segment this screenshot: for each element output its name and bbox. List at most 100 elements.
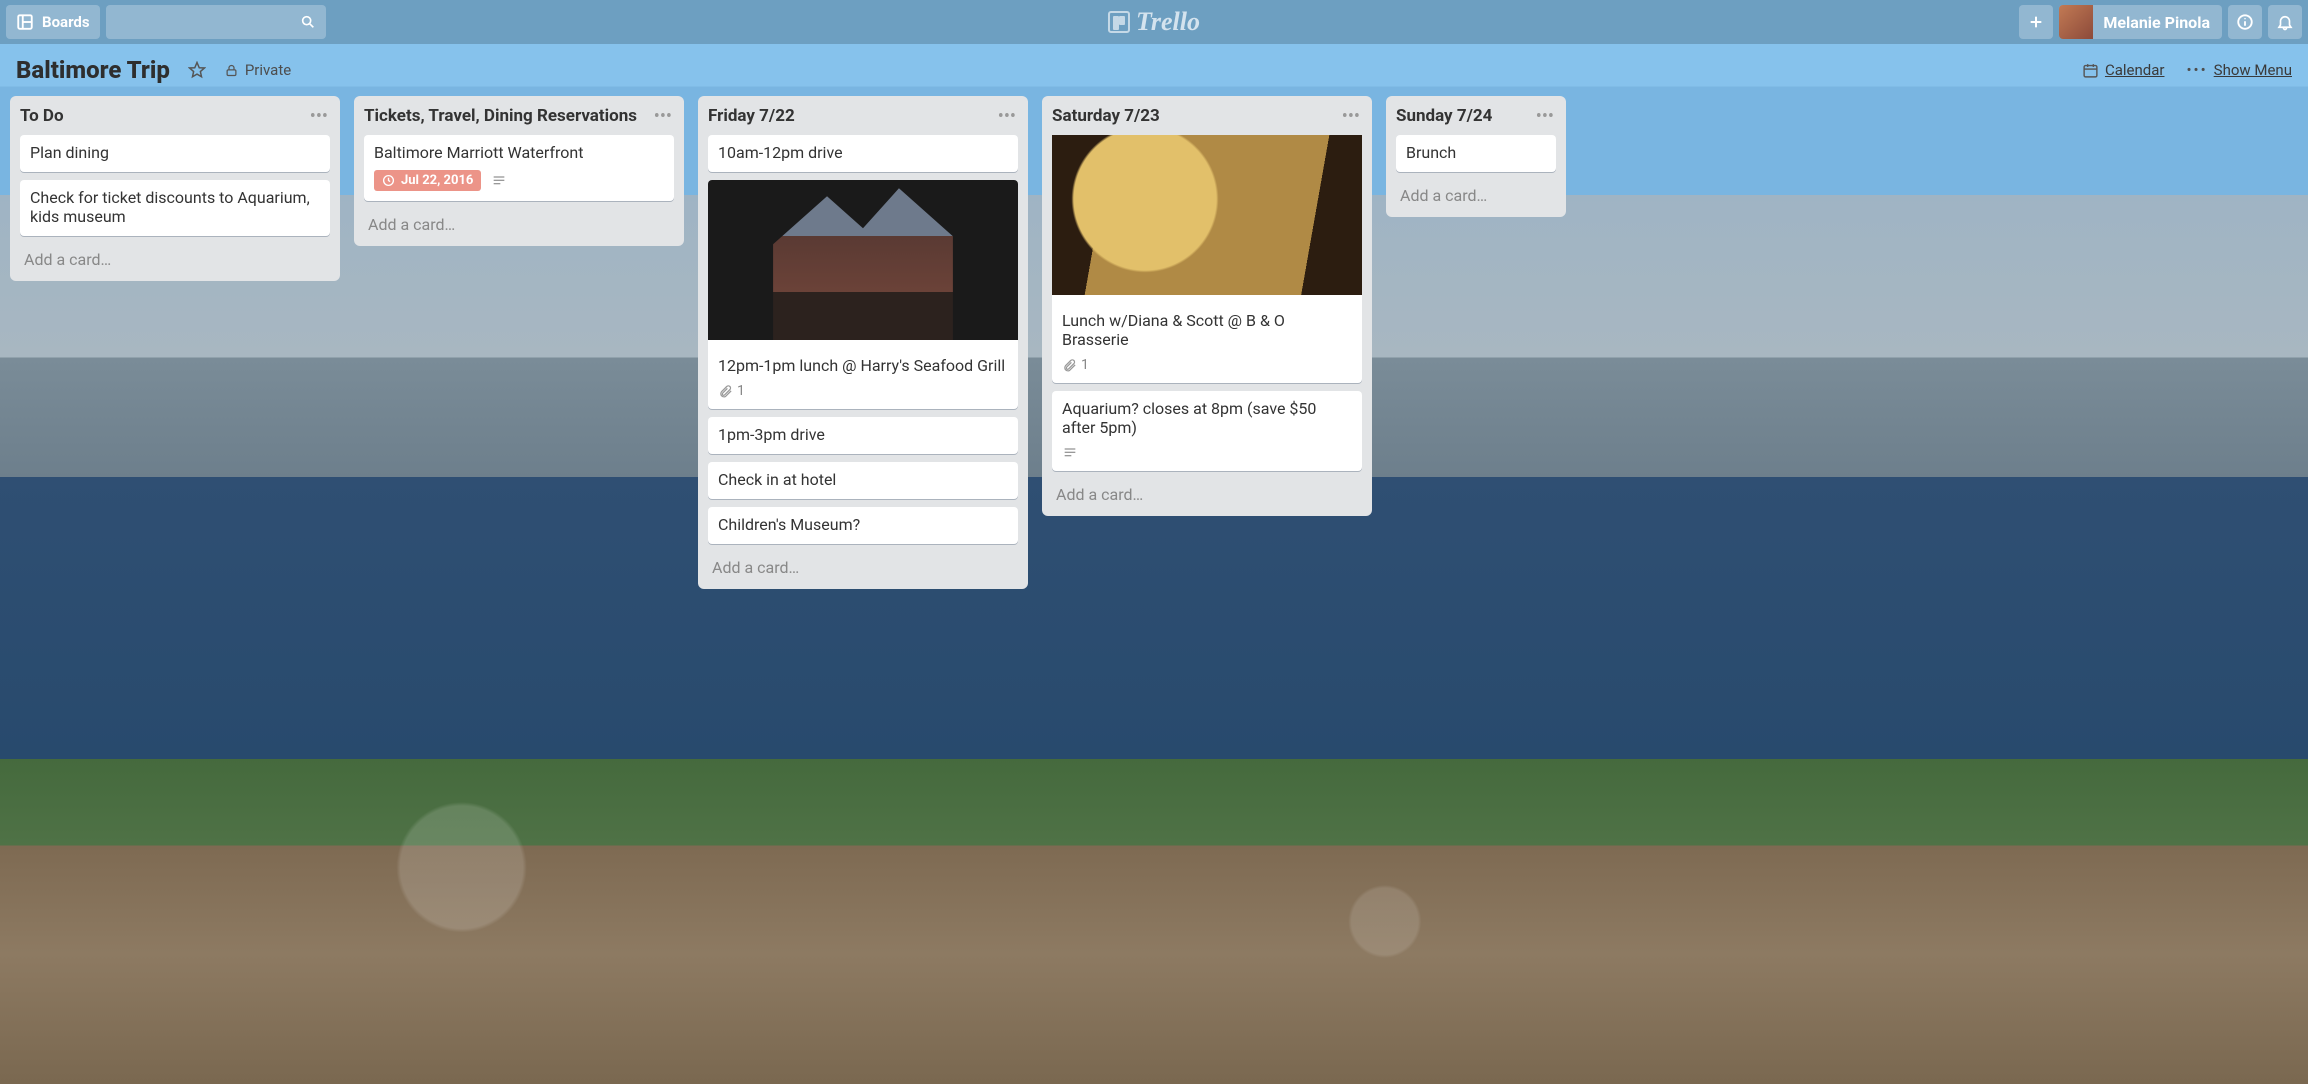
list-header: Tickets, Travel, Dining Reservations••• <box>364 106 674 127</box>
ellipsis-icon: ••• <box>2186 61 2207 79</box>
card[interactable]: Aquarium? closes at 8pm (save $50 after … <box>1052 391 1362 471</box>
paperclip-icon <box>1062 358 1077 373</box>
list-title[interactable]: Tickets, Travel, Dining Reservations <box>364 106 652 127</box>
list-menu-button[interactable]: ••• <box>308 106 330 127</box>
app-logo-text: Trello <box>1136 7 1200 37</box>
card[interactable]: Check for ticket discounts to Aquarium, … <box>20 180 330 236</box>
app-logo[interactable]: Trello <box>1108 0 1200 44</box>
plus-icon <box>2028 14 2044 30</box>
list-title[interactable]: To Do <box>20 106 308 127</box>
ellipsis-icon: ••• <box>654 106 672 127</box>
boards-label: Boards <box>42 13 90 31</box>
board-title[interactable]: Baltimore Trip <box>16 56 170 84</box>
add-card-button[interactable]: Add a card… <box>1396 180 1556 205</box>
ellipsis-icon: ••• <box>1536 106 1554 127</box>
boards-button[interactable]: Boards <box>6 5 100 39</box>
user-menu[interactable]: Melanie Pinola <box>2059 5 2222 39</box>
show-menu-label[interactable]: Show Menu <box>2214 61 2292 79</box>
add-card-button[interactable]: Add a card… <box>708 552 1018 577</box>
bell-icon <box>2276 13 2294 31</box>
list-menu-button[interactable]: ••• <box>996 106 1018 127</box>
description-icon <box>1062 445 1078 461</box>
star-board-button[interactable] <box>188 61 206 79</box>
notifications-button[interactable] <box>2268 5 2302 39</box>
card-title: Children's Museum? <box>718 515 1008 534</box>
info-button[interactable] <box>2228 5 2262 39</box>
card-title: Baltimore Marriott Waterfront <box>374 143 664 162</box>
show-menu-button[interactable]: ••• Show Menu <box>2186 61 2292 79</box>
ellipsis-icon: ••• <box>1342 106 1360 127</box>
card[interactable]: 12pm-1pm lunch @ Harry's Seafood Grill 1 <box>708 180 1018 409</box>
search-input[interactable] <box>116 14 300 30</box>
card-title: 1pm-3pm drive <box>718 425 1008 444</box>
list-header: Sunday 7/24••• <box>1396 106 1556 127</box>
star-icon <box>188 61 206 79</box>
card[interactable]: Baltimore Marriott Waterfront Jul 22, 201… <box>364 135 674 201</box>
board-canvas[interactable]: To Do•••Plan diningCheck for ticket disc… <box>0 96 2308 1084</box>
list: Saturday 7/23••• Lunch w/Diana & Scott @ … <box>1042 96 1372 516</box>
search-icon <box>300 14 316 30</box>
board-header: Baltimore Trip Private Calendar ••• Show… <box>0 44 2308 96</box>
list: To Do••• Plan dining Check for ticket disc… <box>10 96 340 281</box>
attachment-count: 1 <box>1081 357 1089 373</box>
board-icon <box>16 13 34 31</box>
card[interactable]: 1pm-3pm drive <box>708 417 1018 454</box>
list-menu-button[interactable]: ••• <box>652 106 674 127</box>
lock-icon <box>224 63 239 78</box>
card-title: 12pm-1pm lunch @ Harry's Seafood Grill <box>718 356 1008 375</box>
calendar-icon <box>2082 62 2099 79</box>
card[interactable]: Brunch <box>1396 135 1556 172</box>
card-badges: 1 <box>718 383 1008 399</box>
avatar <box>2059 5 2093 39</box>
card[interactable]: Children's Museum? <box>708 507 1018 544</box>
list: Tickets, Travel, Dining Reservations••• B… <box>354 96 684 246</box>
list-title[interactable]: Saturday 7/23 <box>1052 106 1340 127</box>
clock-icon <box>382 174 395 187</box>
card-title: Aquarium? closes at 8pm (save $50 after … <box>1062 399 1352 437</box>
paperclip-icon <box>718 384 733 399</box>
card[interactable]: Lunch w/Diana & Scott @ B & O Brasserie 1 <box>1052 135 1362 383</box>
visibility-label: Private <box>245 61 291 79</box>
calendar-button[interactable]: Calendar <box>2082 61 2165 79</box>
card[interactable]: 10am-12pm drive <box>708 135 1018 172</box>
topbar: Boards Trello Melanie Pinola <box>0 0 2308 44</box>
description-icon <box>491 173 507 189</box>
list-title[interactable]: Friday 7/22 <box>708 106 996 127</box>
list-header: To Do••• <box>20 106 330 127</box>
list: Sunday 7/24••• Brunch Add a card… <box>1386 96 1566 217</box>
attachment-count: 1 <box>737 383 745 399</box>
add-card-button[interactable]: Add a card… <box>20 244 330 269</box>
card[interactable]: Plan dining <box>20 135 330 172</box>
add-card-button[interactable]: Add a card… <box>1052 479 1362 504</box>
card-badges <box>1062 445 1352 461</box>
trello-mark-icon <box>1108 11 1130 33</box>
due-date-badge: Jul 22, 2016 <box>374 170 481 191</box>
card-cover-image <box>708 180 1018 340</box>
list-header: Saturday 7/23••• <box>1052 106 1362 127</box>
ellipsis-icon: ••• <box>310 106 328 127</box>
attachment-badge: 1 <box>1062 357 1089 373</box>
add-card-button[interactable]: Add a card… <box>364 209 674 234</box>
list: Friday 7/22••• 10am-12pm drive 12pm-1pm lu… <box>698 96 1028 589</box>
list-header: Friday 7/22••• <box>708 106 1018 127</box>
search-box[interactable] <box>106 5 326 39</box>
calendar-label[interactable]: Calendar <box>2105 61 2165 79</box>
user-name: Melanie Pinola <box>2103 13 2210 32</box>
card-title: Check for ticket discounts to Aquarium, … <box>30 188 320 226</box>
card-badges: 1 <box>1062 357 1352 373</box>
due-date-text: Jul 22, 2016 <box>401 173 473 188</box>
card-title: Check in at hotel <box>718 470 1008 489</box>
list-menu-button[interactable]: ••• <box>1340 106 1362 127</box>
card-badges: Jul 22, 2016 <box>374 170 664 191</box>
list-title[interactable]: Sunday 7/24 <box>1396 106 1534 127</box>
list-menu-button[interactable]: ••• <box>1534 106 1556 127</box>
card-title: 10am-12pm drive <box>718 143 1008 162</box>
attachment-badge: 1 <box>718 383 745 399</box>
card-cover-image <box>1052 135 1362 295</box>
card-title: Lunch w/Diana & Scott @ B & O Brasserie <box>1062 311 1352 349</box>
create-button[interactable] <box>2019 5 2053 39</box>
info-icon <box>2236 13 2254 31</box>
card[interactable]: Check in at hotel <box>708 462 1018 499</box>
card-title: Plan dining <box>30 143 320 162</box>
visibility-button[interactable]: Private <box>224 61 291 79</box>
